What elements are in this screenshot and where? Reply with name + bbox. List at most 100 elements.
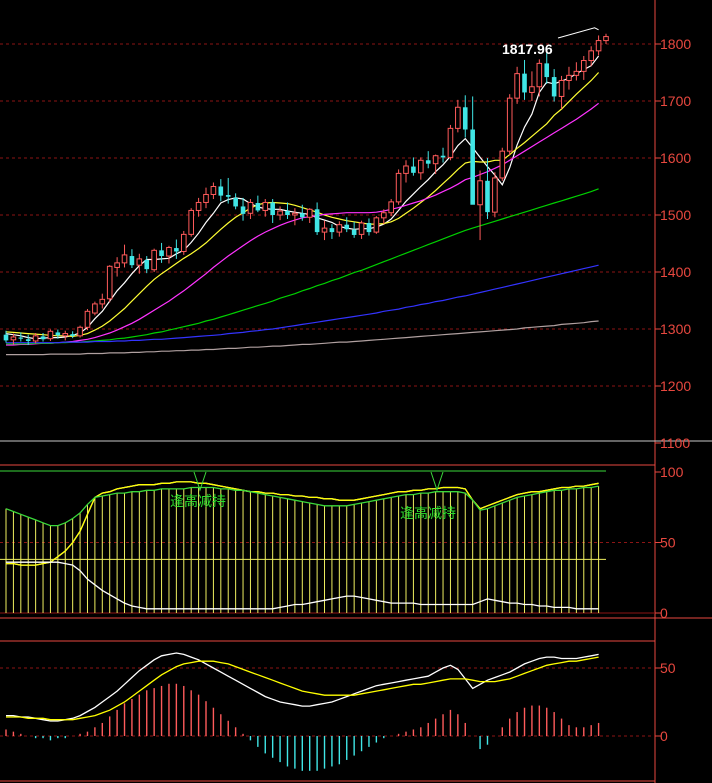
candle-body-down [70,334,75,336]
candle-body-down [225,195,231,197]
candle-body-down [485,180,490,213]
candle-body-up [373,217,380,233]
candle-body-up [566,74,572,81]
candle-body-down [551,77,557,97]
candle-body-up [32,335,39,342]
candle-body-up [210,186,217,195]
candle-body-up [247,201,254,214]
candle-body-up [195,201,202,211]
candle-body-up [573,70,580,76]
candle-body-down [411,166,416,173]
candle-body-down [470,129,475,205]
candle-body-up [277,210,283,216]
candle-body-down [25,339,31,341]
stock-chart[interactable]: 1100 1200 1300 1400 1500 1600 1700 1800 1817.96… [0,0,712,783]
candle-body-up [292,212,298,216]
chart-background [0,0,712,783]
reduce-position-signal: 逢高减持 [400,505,456,522]
candle-body-up [588,50,594,62]
candle-body-down [314,209,320,233]
candle-body-down [3,334,9,341]
candle-body-up [336,224,343,233]
candle-body-down [255,203,261,211]
kdj-tick-label: 50 [660,535,676,551]
candle-body-down [40,336,46,340]
candle-body-up [114,262,120,268]
candle-body-down [55,332,61,336]
candle-body-up [47,330,54,340]
candle-body-up [188,209,194,235]
candle-body-down [440,155,446,158]
candle-body-down [544,63,550,78]
candle-body-down [344,224,350,230]
candle-body-down [233,197,238,207]
candle-body-up [529,86,535,93]
candle-body-up [492,177,498,213]
candle-body-down [18,337,24,339]
kdj-tick-label: 100 [660,464,684,480]
candle-body-up [121,254,128,264]
candle-body-down [240,206,246,214]
candle-body-up [477,180,483,206]
candle-body-up [166,246,172,257]
candle-body-up [321,227,328,233]
candle-body-up [84,310,91,328]
price-tick-label: 1500 [660,207,691,223]
candle-body-down [270,202,275,215]
candle-body-up [580,60,587,72]
candle-body-up [92,303,98,314]
high-price-label: 1817.96 [502,41,553,57]
candle-body-up [403,165,409,174]
price-tick-label: 1200 [660,378,691,394]
candle-body-up [395,172,402,203]
macd-tick-label: 0 [660,728,668,744]
candle-body-up [180,233,187,252]
candle-body-up [514,73,520,99]
candle-body-down [218,186,224,196]
price-tick-label: 1300 [660,321,691,337]
price-tick-label: 1800 [660,36,691,52]
candle-body-down [144,260,150,270]
candle-body-up [358,222,365,235]
candle-body-down [285,211,290,215]
candle-body-up [558,79,565,97]
candle-body-up [106,265,113,300]
candle-body-up [388,201,394,214]
candle-body-down [129,256,135,266]
candle-body-down [351,229,357,235]
candle-body-down [299,213,305,218]
candle-body-up [499,150,506,179]
price-tick-label: 1600 [660,150,691,166]
candle-body-down [425,160,431,164]
candle-body-up [151,249,157,271]
candle-body-up [595,40,602,52]
candle-body-up [262,201,269,211]
candle-body-up [99,298,106,305]
candle-body-down [522,73,527,93]
macd-tick-label: 50 [660,660,676,676]
price-tick-label: 1400 [660,264,691,280]
reduce-position-signal: 逢高减持 [170,493,226,510]
candle-body-down [462,107,468,130]
price-tick-label: 1700 [660,93,691,109]
candle-body-up [506,97,513,152]
candle-body-up [203,193,209,203]
kdj-tick-label: 0 [660,605,668,621]
candle-body-up [77,326,83,337]
candle-body-up [603,36,609,42]
candle-body-down [174,248,179,252]
price-tick-label: 1100 [660,435,690,451]
candle-body-up [380,212,387,219]
candle-body-down [159,250,164,257]
candle-body-up [418,159,424,174]
candle-body-down [366,222,372,233]
candle-body-up [447,127,454,158]
candle-body-up [432,155,439,165]
candle-body-up [136,258,143,266]
candle-body-up [455,106,461,129]
candle-body-up [10,336,17,341]
candle-body-up [306,208,313,218]
candle-body-up [62,333,69,337]
candle-body-down [329,228,335,233]
candle-body-up [536,62,543,88]
